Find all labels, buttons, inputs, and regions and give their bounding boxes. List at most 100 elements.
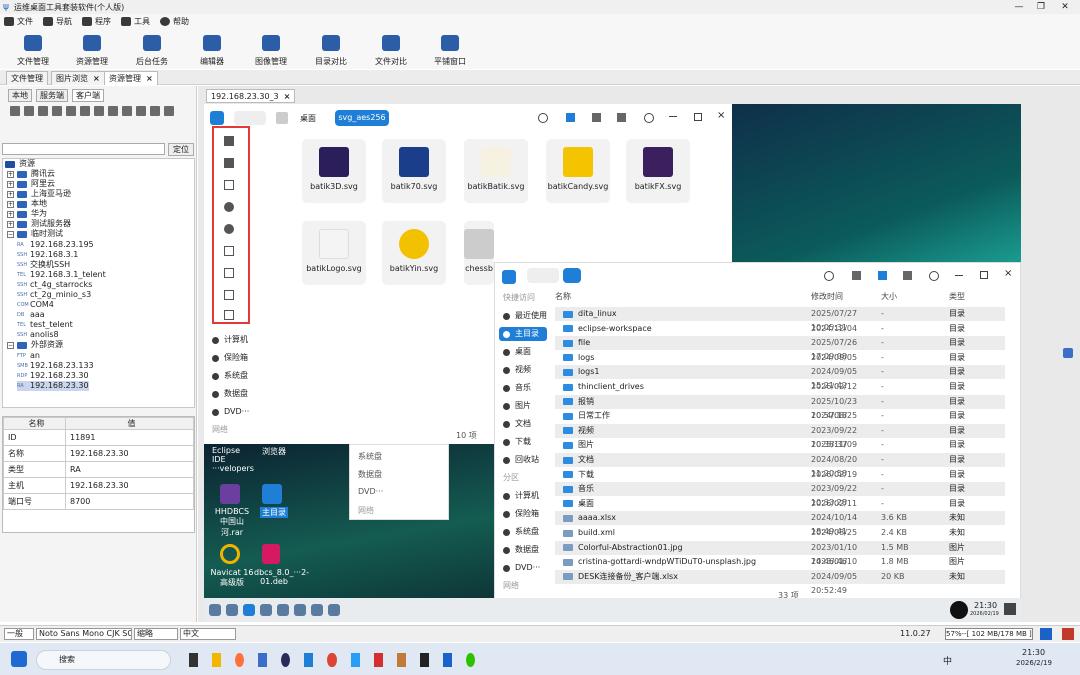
cloud-download-icon[interactable] [224,224,234,234]
search-icon[interactable] [538,113,548,123]
list-item[interactable]: 视频 2023/09/22 10:38:37 - 目录 [555,423,1005,449]
explorer-icon[interactable] [212,653,222,667]
restore-icon[interactable] [224,310,234,320]
ime-indicator[interactable]: 中 [943,654,952,667]
list-item[interactable]: cristina-gottardi-wndpWTiDuT0-unsplash.j… [555,555,1005,580]
browser-icon[interactable] [260,604,272,616]
close-icon[interactable]: × [146,74,153,83]
pin-icon[interactable] [224,136,234,146]
menu-icon[interactable] [929,271,939,281]
trash-icon[interactable] [1062,628,1074,640]
detail-view-icon[interactable] [617,113,626,122]
list-view-icon[interactable] [592,113,601,122]
sidebar-item-documents[interactable]: 文档 [503,417,531,431]
list-item[interactable]: thinclient_drives2026/02/12 09:26:10 - 目录 [555,380,1005,405]
locate-button[interactable]: 定位 [168,143,194,156]
file-tile[interactable]: batikCandy.svg [546,139,610,203]
folder-open-icon[interactable] [224,180,234,190]
list-item[interactable]: logs1 2024/09/05 15:21:42 - 目录 [555,365,1005,390]
encoding-select[interactable]: 缩略 [134,628,178,640]
launcher-icon[interactable] [209,604,221,616]
tree-item[interactable]: RA 192.168.23.195 [17,240,94,250]
file-tile[interactable]: batikBatik.svg [464,139,528,203]
tab-client[interactable]: 客户端 [72,89,104,102]
tree-item[interactable]: SSH 交换机SSH [17,260,70,270]
font-select[interactable]: Noto Sans Mono CJK SC [36,628,132,640]
remote-desktop[interactable]: 桌面 svg_aes256 × 计算机 保险箱 系统盘 数据盘 DVD··· 网… [204,104,1021,622]
desktop-icon[interactable]: Eclipse IDE ···velopers [212,446,254,473]
tab-file-manager[interactable]: 文件管理 [6,71,48,85]
tree-folder[interactable]: − 外部资源 [7,340,63,350]
list-item[interactable]: eclipse-workspace2024/12/04 10:56:09 - 目录 [555,322,1005,347]
tab-resource-manager[interactable]: 资源管理 × [104,71,158,85]
wps-icon[interactable] [373,653,383,667]
grid-view-icon[interactable] [566,113,575,122]
collapse-icon[interactable]: − [7,230,14,238]
app-icon[interactable] [258,653,268,667]
list-item[interactable]: file 2025/07/26 17:09:08 - 目录 [555,336,1005,361]
close-icon[interactable]: × [284,92,291,101]
desktop-icon[interactable]: HHDBCS 中国山河.rar [210,507,254,538]
sidebar-item-dvd[interactable]: DVD··· [503,561,540,575]
tree-folder[interactable]: + 本地 [7,199,47,209]
app-icon[interactable] [281,653,291,667]
multitask-icon[interactable] [226,604,238,616]
navicat-icon[interactable] [220,544,240,564]
desktop-icon[interactable]: Navicat 16 高级版 [210,568,254,588]
sidebar-item-data[interactable]: 数据盘 [212,387,248,401]
tab-remote-session[interactable]: 192.168.23.30_3 × [206,89,296,103]
tree-folder[interactable]: + 上海亚马逊 [7,189,71,199]
sidebar-item-computer[interactable]: 计算机 [503,489,539,503]
taskbar-search[interactable]: 搜索 [36,650,171,670]
list-item[interactable]: 音乐 2023/09/22 10:33:28 - 目录 [555,482,1005,507]
tree-item[interactable]: SSH 192.168.3.1 [17,250,78,260]
home-icon[interactable] [276,112,288,124]
sidebar-item-vault[interactable]: 保险箱 [503,507,539,521]
editor-button[interactable]: 编辑器 [187,33,237,67]
list-item[interactable]: aaaa.xlsx 2024/10/14 18:49:41 3.6 KB 未知 [555,511,1005,536]
folder-icon[interactable] [224,158,234,168]
tab-local[interactable]: 本地 [8,89,32,102]
menu-file[interactable]: 文件 [4,16,33,27]
remote-tool-icon[interactable] [328,604,340,616]
wrench-icon[interactable] [1063,348,1073,358]
menu-navigate[interactable]: 导航 [43,16,72,27]
delete-icon[interactable] [66,106,76,116]
sidebar-item-system[interactable]: 系统盘 [212,369,248,383]
export-icon[interactable] [150,106,160,116]
new-icon[interactable] [38,106,48,116]
breadcrumb-current[interactable]: svg_aes256 [335,110,389,126]
sidebar-item-dvd[interactable]: DVD··· [212,405,249,419]
list-item[interactable]: 下载2026/02/19 16:52:04 - 目录 [555,468,1005,493]
sidebar-item-vault[interactable]: 保险箱 [212,351,248,365]
terminal-icon[interactable] [294,604,306,616]
detail-view-icon[interactable] [903,271,912,280]
deb-package-icon[interactable] [262,544,280,564]
tree-item[interactable]: RDP 192.168.23.30 [17,371,89,381]
archive-icon[interactable] [220,484,240,504]
tree-folder[interactable]: + 阿里云 [7,179,55,189]
file-tile[interactable]: batikFX.svg [626,139,690,203]
wechat-icon[interactable] [465,653,476,667]
app-icon[interactable] [396,653,406,667]
chrome-icon[interactable] [327,653,337,667]
tree-item[interactable]: DB aaa [17,310,45,320]
import-icon[interactable] [136,106,146,116]
grid-view-icon[interactable] [852,271,861,280]
nav-back-forward[interactable] [234,111,266,125]
tree-folder[interactable]: − 临时测试 [7,229,63,239]
nav-back-forward[interactable] [527,268,559,283]
tree-item[interactable]: FTP an [17,351,40,361]
menu-program[interactable]: 程序 [82,16,111,27]
add-folder-icon[interactable] [24,106,34,116]
app-icon[interactable] [350,653,360,667]
desktop-icon[interactable]: 浏览器 [262,446,286,457]
file-tile[interactable]: batik3D.svg [302,139,366,203]
breadcrumb-desktop[interactable]: 桌面 [300,113,316,124]
menu-tools[interactable]: 工具 [121,16,150,27]
menu-help[interactable]: 帮助 [160,16,189,27]
resource-manager-button[interactable]: 资源管理 [67,33,117,67]
duplicate-icon[interactable] [108,106,118,116]
cloud-upload-icon[interactable] [224,202,234,212]
play-icon[interactable] [1040,628,1052,640]
